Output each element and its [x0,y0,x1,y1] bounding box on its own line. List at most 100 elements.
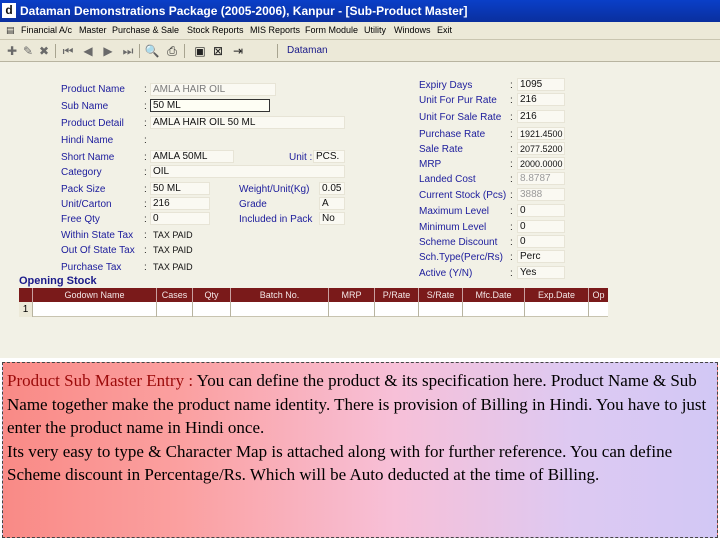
grade-field[interactable]: A [319,197,345,210]
sch-type-field[interactable]: Perc [517,250,565,263]
product-detail-field[interactable]: AMLA HAIR OIL 50 ML [150,116,345,129]
previous-record-icon[interactable]: ◀ [80,43,96,59]
document-icon[interactable]: ▤ [6,25,16,36]
colon: : [510,268,513,279]
pack-size-field[interactable]: 50 ML [150,182,210,195]
column-header-srate[interactable]: S/Rate [419,288,463,302]
purchase-rate-label: Purchase Rate [419,129,486,140]
menu-purchase-sale[interactable]: Purchase & Sale [112,25,179,35]
cell-exp-date[interactable] [525,302,589,317]
caption-paragraph: Product Sub Master Entry : You can defin… [7,369,713,440]
column-header-mfc-date[interactable]: Mfc.Date [463,288,525,302]
unit-for-pur-rate-label: Unit For Pur Rate [419,95,497,106]
delete-icon[interactable]: ✖ [36,43,52,59]
colon: : [144,118,147,129]
free-qty-field[interactable]: 0 [150,212,210,225]
column-header-godown[interactable]: Godown Name [33,288,157,302]
next-record-icon[interactable]: ▶ [100,43,116,59]
menu-mis-reports[interactable]: MIS Reports [250,25,300,35]
maximum-level-field[interactable]: 0 [517,204,565,217]
colon: : [144,230,147,241]
column-header-batch[interactable]: Batch No. [231,288,329,302]
cell-qty[interactable] [193,302,231,317]
colon: : [510,252,513,263]
menu-stock-reports[interactable]: Stock Reports [187,25,244,35]
category-field[interactable]: OIL [150,165,345,178]
column-header-cases[interactable]: Cases [157,288,193,302]
unit-for-pur-rate-field[interactable]: 216 [517,93,565,106]
landed-cost-field[interactable]: 8.8787 [517,172,565,185]
minimum-level-label: Minimum Level [419,222,487,233]
scheme-discount-field[interactable]: 0 [517,235,565,248]
caption-paragraph-2: Its very easy to type & Character Map is… [7,441,673,485]
menu-windows[interactable]: Windows [394,25,431,35]
column-header-qty[interactable]: Qty [193,288,231,302]
cell-mfc-date[interactable] [463,302,525,317]
short-name-label: Short Name [61,152,115,163]
window-title: Dataman Demonstrations Package (2005-200… [20,4,468,18]
colon: : [510,222,513,233]
purchase-tax-field[interactable]: TAX PAID [150,260,230,273]
menu-master[interactable]: Master [79,25,107,35]
save-icon[interactable]: ▣ [192,43,208,59]
cell-op[interactable] [589,302,608,317]
current-stock-field[interactable]: 3888 [517,188,565,201]
cancel-icon[interactable]: ⊠ [210,43,226,59]
menu-form-module[interactable]: Form Module [305,25,358,35]
unit-field[interactable]: PCS. [313,150,345,163]
cell-srate[interactable] [419,302,463,317]
unit-carton-label: Unit/Carton [61,199,112,210]
sub-name-field[interactable]: 50 ML [150,99,270,112]
cell-prate[interactable] [375,302,419,317]
unit-carton-field[interactable]: 216 [150,197,210,210]
cell-godown[interactable] [33,302,157,317]
menu-utility[interactable]: Utility [364,25,386,35]
minimum-level-field[interactable]: 0 [517,220,565,233]
colon: : [144,135,147,146]
edit-icon[interactable]: ✎ [20,43,36,59]
unit-for-sale-rate-field[interactable]: 216 [517,110,565,123]
sale-rate-label: Sale Rate [419,144,463,155]
cell-cases[interactable] [157,302,193,317]
current-stock-label: Current Stock (Pcs) [419,190,507,201]
find-icon[interactable]: 🔍 [144,43,160,59]
column-header-exp-date[interactable]: Exp.Date [525,288,589,302]
product-name-label: Product Name [61,84,125,95]
print-icon[interactable]: ⎙ [164,43,180,59]
toolbar-separator [55,44,56,58]
first-record-icon[interactable]: ⏮ [60,43,76,59]
menu-financial[interactable]: Financial A/c [21,25,72,35]
product-name-field[interactable]: AMLA HAIR OIL [150,83,276,96]
colon: : [510,206,513,217]
menu-exit[interactable]: Exit [437,25,452,35]
colon: : [144,101,147,112]
cell-mrp[interactable] [329,302,375,317]
last-record-icon[interactable]: ⏭ [120,43,136,59]
table-row[interactable]: 1 [19,302,608,317]
row-number: 1 [19,302,33,317]
within-state-tax-field[interactable]: TAX PAID [150,228,230,241]
hindi-name-field[interactable] [150,133,345,146]
colon: : [510,237,513,248]
sale-rate-field[interactable]: 2077.5200 [517,142,565,155]
colon: : [510,159,513,170]
active-field[interactable]: Yes [517,266,565,279]
column-header-op[interactable]: Op [589,288,608,302]
app-icon[interactable]: d [2,3,16,18]
application-window: d Dataman Demonstrations Package (2005-2… [0,0,720,358]
column-header-prate[interactable]: P/Rate [375,288,419,302]
short-name-field[interactable]: AMLA 50ML [150,150,234,163]
purchase-rate-field[interactable]: 1921.4500 [517,127,565,140]
cell-batch[interactable] [231,302,329,317]
mrp-field[interactable]: 2000.0000 [517,157,565,170]
opening-stock-title: Opening Stock [19,275,97,287]
add-icon[interactable]: ✚ [4,43,20,59]
out-of-state-tax-field[interactable]: TAX PAID [150,243,230,256]
exit-icon[interactable]: ⇥ [230,43,246,59]
included-in-pack-field[interactable]: No [319,212,345,225]
weight-unit-field[interactable]: 0.05 [319,182,345,195]
scheme-discount-label: Scheme Discount [419,237,498,248]
within-state-tax-label: Within State Tax [61,230,134,241]
column-header-mrp[interactable]: MRP [329,288,375,302]
expiry-days-field[interactable]: 1095 [517,78,565,91]
